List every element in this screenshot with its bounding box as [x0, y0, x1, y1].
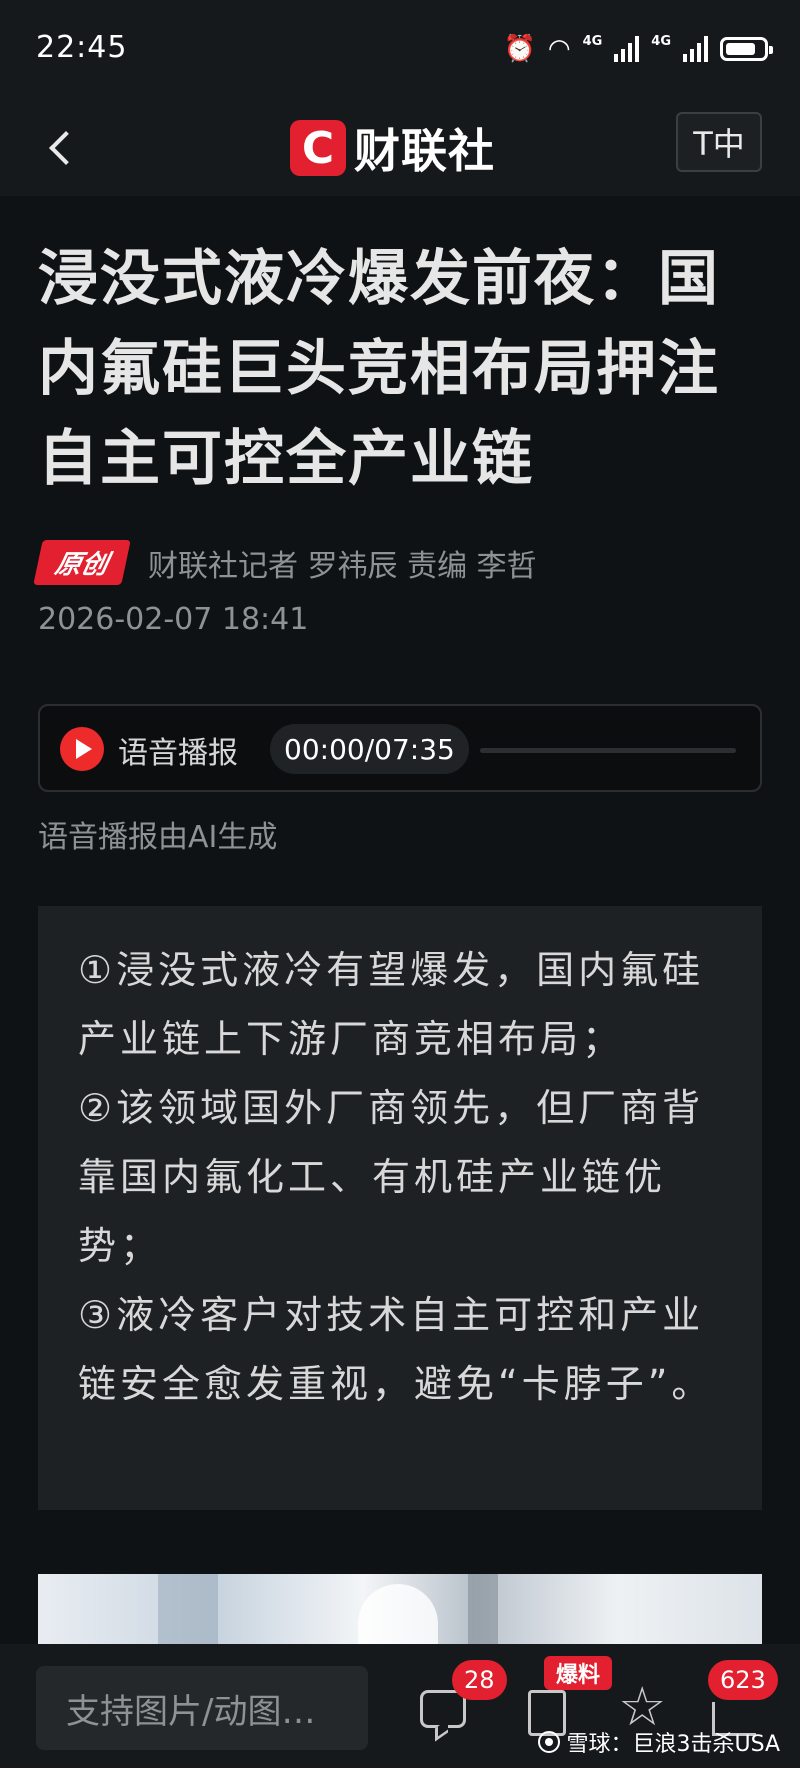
image-detail	[468, 1574, 498, 1644]
battery-level	[726, 43, 755, 55]
status-bar: 22:45 ⏰ ◠ 4G 4G	[0, 0, 800, 100]
wifi-icon: ◠	[547, 34, 571, 64]
brand-logo: C	[290, 120, 346, 176]
font-size-button[interactable]: T中	[676, 112, 762, 172]
comment-count-badge: 28	[452, 1660, 507, 1700]
network-label-2: 4G	[651, 33, 671, 49]
audio-label: 语音播报	[118, 736, 238, 771]
image-detail	[358, 1584, 438, 1644]
status-time: 22:45	[36, 30, 128, 65]
back-button[interactable]	[40, 120, 96, 176]
watermark-text: 雪球：巨浪3击杀USA	[566, 1732, 780, 1757]
brand: C 财联社	[290, 112, 495, 184]
ai-note: 语音播报由AI生成	[38, 820, 278, 855]
play-icon[interactable]	[60, 727, 104, 771]
audio-progress-track[interactable]	[480, 748, 736, 753]
bottom-bar: 支持图片/动图… 28 爆料 ☆ 623 雪球：巨浪3击杀USA	[0, 1644, 800, 1768]
audio-time: 00:00/07:35	[270, 724, 469, 774]
signal-icon	[683, 36, 708, 62]
publish-date: 2026-02-07 18:41	[38, 602, 309, 637]
report-badge[interactable]: 爆料	[544, 1656, 613, 1690]
brand-name: 财联社	[354, 124, 495, 178]
summary-item: ①浸没式液冷有望爆发，国内氟硅产业链上下游厂商竞相布局；	[78, 948, 705, 1061]
meta-row: 原创 财联社记者 罗祎辰 责编 李哲	[33, 540, 537, 585]
watermark: 雪球：巨浪3击杀USA	[538, 1726, 780, 1758]
alarm-icon: ⏰	[503, 34, 536, 64]
article-title: 浸没式液冷爆发前夜：国内氟硅巨头竞相布局押注自主可控全产业链	[38, 244, 720, 494]
original-badge: 原创	[33, 540, 131, 585]
summary-item: ③液冷客户对技术自主可控和产业链安全愈发重视，避免“卡脖子”。	[78, 1293, 714, 1406]
network-label-1: 4G	[582, 33, 603, 49]
article-image[interactable]	[38, 1574, 762, 1644]
battery-icon	[720, 37, 773, 61]
snowball-icon	[538, 1731, 561, 1753]
signal-icon	[614, 36, 640, 62]
summary-box: ①浸没式液冷有望爆发，国内氟硅产业链上下游厂商竞相布局； ②该领域国外厂商领先，…	[38, 906, 762, 1510]
comment-input[interactable]: 支持图片/动图…	[36, 1666, 368, 1750]
author-line: 财联社记者 罗祎辰 责编 李哲	[148, 548, 537, 584]
status-icons: ⏰ ◠ 4G 4G	[503, 33, 773, 64]
app-header: C 财联社 T中	[0, 100, 800, 196]
audio-player[interactable]: 语音播报 00:00/07:35	[38, 704, 762, 792]
share-count-badge: 623	[708, 1660, 778, 1700]
image-detail	[158, 1574, 218, 1644]
summary-item: ②该领域国外厂商领先，但厂商背靠国内氟化工、有机硅产业链优势；	[78, 1086, 705, 1268]
